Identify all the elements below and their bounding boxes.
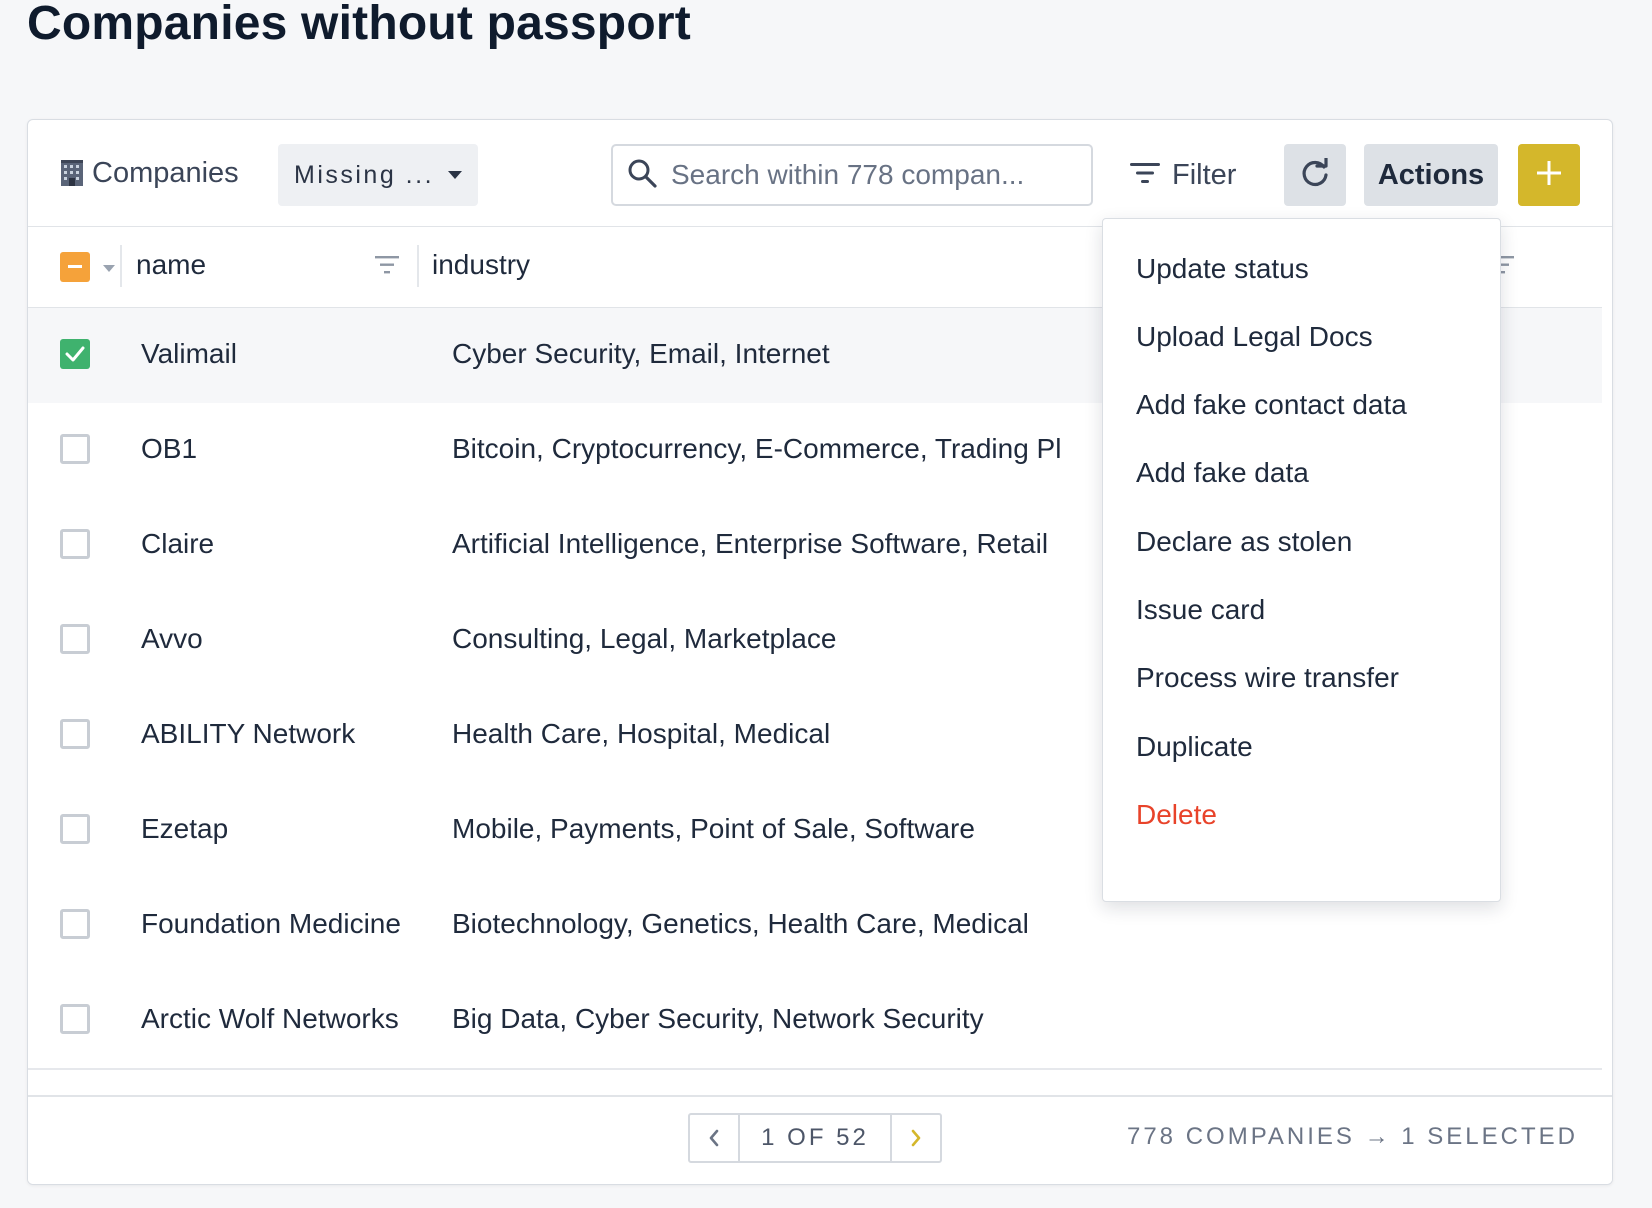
cell-industry: Health Care, Hospital, Medical <box>452 718 831 749</box>
cell-industry: Bitcoin, Cryptocurrency, E-Commerce, Tra… <box>452 433 1062 464</box>
caret-down-icon <box>448 171 463 179</box>
cell-industry: Consulting, Legal, Marketplace <box>452 623 837 654</box>
cell-industry: Artificial Intelligence, Enterprise Soft… <box>452 528 1049 559</box>
column-header-industry[interactable]: industry <box>432 249 530 281</box>
chevron-left-icon <box>709 1129 719 1147</box>
refresh-button[interactable] <box>1284 144 1346 206</box>
cell-name: Claire <box>141 528 215 559</box>
page-title: Companies without passport <box>27 0 691 50</box>
cell-industry: Cyber Security, Email, Internet <box>452 338 830 369</box>
cell-name: Avvo <box>141 623 203 654</box>
table-footer: 1 OF 52 778 COMPANIES → 1 SELECTED <box>28 1095 1612 1184</box>
plus-icon <box>1535 159 1563 192</box>
cell-name: Ezetap <box>141 813 229 844</box>
row-checkbox[interactable] <box>60 434 90 464</box>
next-page-button[interactable] <box>892 1115 940 1161</box>
filter-button[interactable]: Filter <box>1130 144 1236 206</box>
column-separator <box>120 245 122 287</box>
row-checkbox[interactable] <box>60 339 90 369</box>
select-all-checkbox[interactable] <box>60 252 90 282</box>
row-checkbox[interactable] <box>60 529 90 559</box>
search-icon <box>627 158 657 193</box>
menu-item-issue-card[interactable]: Issue card <box>1136 594 1265 626</box>
column-header-name[interactable]: name <box>136 249 206 281</box>
table-row[interactable]: Arctic Wolf Networks Big Data, Cyber Sec… <box>28 973 1602 1070</box>
search-input[interactable] <box>669 158 1053 192</box>
cell-industry: Big Data, Cyber Security, Network Securi… <box>452 1003 984 1034</box>
cell-name: ABILITY Network <box>141 718 356 749</box>
table-toolbar: Companies Missing ... Search within 778 … <box>28 120 1612 227</box>
search-box <box>611 144 1093 206</box>
menu-item-process-wire-transfer[interactable]: Process wire transfer <box>1136 662 1399 694</box>
building-icon <box>60 160 84 186</box>
pagination: 1 OF 52 <box>688 1113 942 1163</box>
column-filter-icon[interactable] <box>375 255 399 280</box>
actions-button[interactable]: Actions <box>1364 144 1498 206</box>
cell-name: Foundation Medicine <box>141 908 401 939</box>
view-select-value: Missing ... <box>294 160 435 189</box>
row-checkbox[interactable] <box>60 814 90 844</box>
page-indicator: 1 OF 52 <box>738 1115 892 1161</box>
entity-label: Companies <box>92 156 239 189</box>
check-icon <box>65 346 85 362</box>
prev-page-button[interactable] <box>690 1115 738 1161</box>
column-separator <box>417 245 419 287</box>
cell-name: OB1 <box>141 433 198 464</box>
cell-industry: Biotechnology, Genetics, Health Care, Me… <box>452 908 1029 939</box>
menu-item-add-fake-data[interactable]: Add fake data <box>1136 457 1309 489</box>
row-checkbox[interactable] <box>60 909 90 939</box>
cell-industry: Mobile, Payments, Point of Sale, Softwar… <box>452 813 975 844</box>
cell-name: Arctic Wolf Networks <box>141 1003 399 1034</box>
select-all-caret-icon[interactable] <box>103 265 115 272</box>
row-checkbox[interactable] <box>60 719 90 749</box>
menu-item-upload-legal-docs[interactable]: Upload Legal Docs <box>1136 321 1373 353</box>
row-checkbox[interactable] <box>60 624 90 654</box>
filter-label: Filter <box>1172 158 1237 191</box>
refresh-icon <box>1300 155 1330 193</box>
add-company-button[interactable] <box>1518 144 1580 206</box>
filter-icon <box>1130 161 1160 190</box>
menu-item-declare-as-stolen[interactable]: Declare as stolen <box>1136 526 1352 558</box>
menu-item-duplicate[interactable]: Duplicate <box>1136 731 1253 763</box>
view-select-dropdown[interactable]: Missing ... <box>278 144 478 206</box>
selection-count: 778 COMPANIES → 1 SELECTED <box>1126 1123 1578 1150</box>
actions-dropdown-menu: Update status Upload Legal Docs Add fake… <box>1102 218 1501 902</box>
chevron-right-icon <box>911 1129 921 1147</box>
menu-item-delete[interactable]: Delete <box>1136 799 1217 831</box>
menu-item-add-fake-contact-data[interactable]: Add fake contact data <box>1136 389 1407 421</box>
row-checkbox[interactable] <box>60 1004 90 1034</box>
entity-label-group: Companies <box>60 150 239 196</box>
menu-item-update-status[interactable]: Update status <box>1136 253 1309 285</box>
cell-name: Valimail <box>141 338 237 369</box>
